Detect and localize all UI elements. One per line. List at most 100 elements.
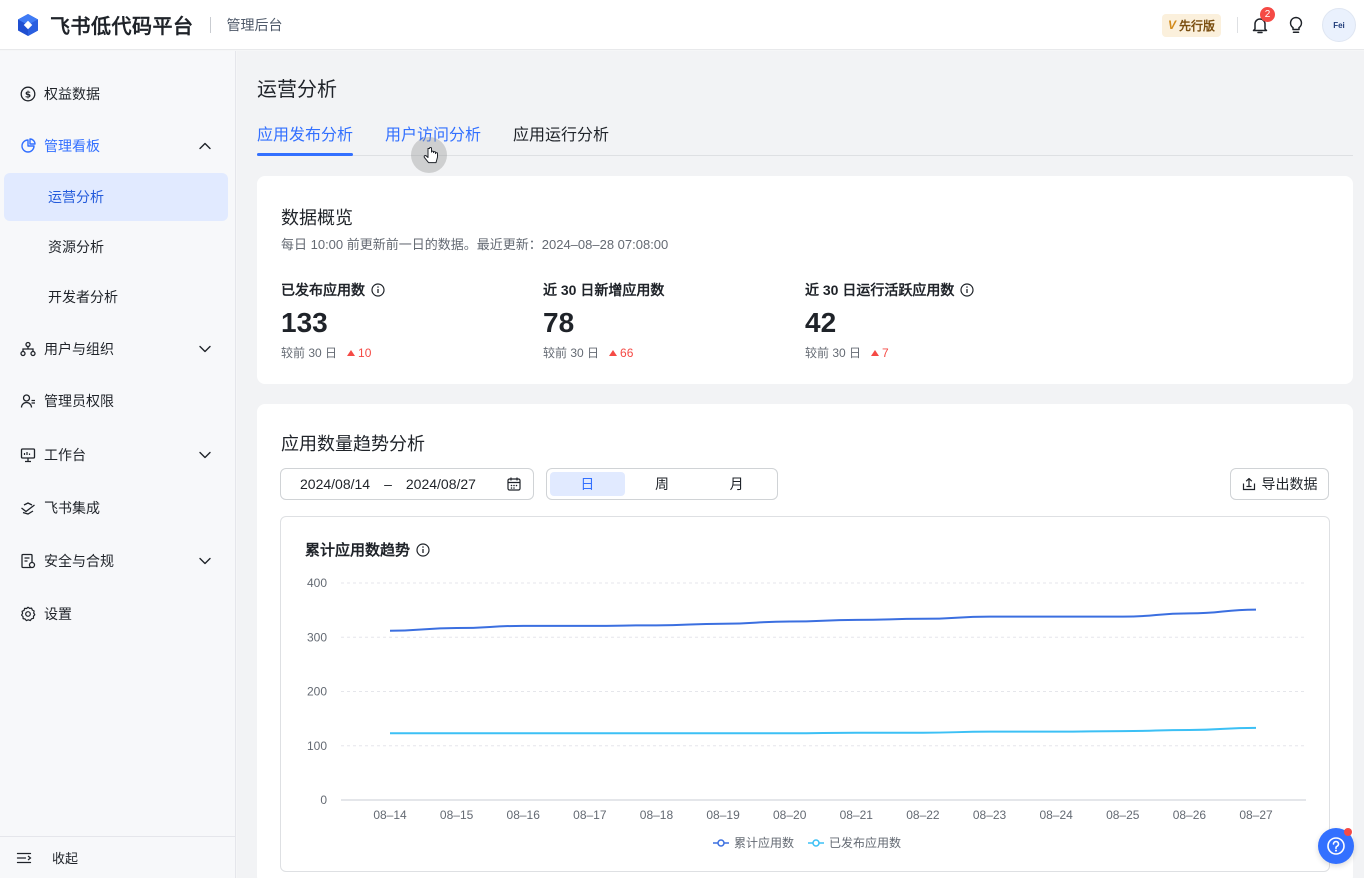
cumulative-apps-chart: 累计应用数趋势 400 300 200 100 0 08–14 08–15 08–16 08–1… (280, 516, 1330, 872)
top-right-actions: V 先行版 2 Fei (1161, 0, 1364, 50)
series-line-1 (389, 608, 1257, 632)
export-data-button[interactable]: 导出数据 (1230, 468, 1329, 500)
sidebar-item-security-compliance[interactable]: 安全与合规 (4, 537, 228, 585)
lightbulb-icon[interactable] (1286, 15, 1306, 35)
metric-delta-value: 66 (620, 345, 634, 360)
metric-label: 已发布应用数 (281, 282, 365, 298)
help-notification-dot (1344, 828, 1352, 836)
calendar-icon (507, 477, 521, 491)
sidebar-item-resource-analysis[interactable]: 资源分析 (4, 223, 228, 271)
top-divider (1237, 17, 1238, 33)
hand-pointer-icon (423, 147, 438, 164)
granularity-switch: 日 周 月 (546, 468, 778, 500)
x-tick-label: 08–17 (573, 808, 607, 822)
help-button[interactable] (1318, 828, 1354, 864)
sidebar-item-workbench[interactable]: 工作台 (4, 431, 228, 479)
info-icon[interactable] (371, 283, 385, 297)
collapse-menu-icon (16, 852, 32, 863)
sidebar-item-label: 开发者分析 (48, 289, 118, 305)
legend-label: 已发布应用数 (829, 835, 901, 850)
chevron-down-icon (199, 451, 211, 459)
admin-console-label: 管理后台 (226, 16, 283, 33)
sidebar-item-developer-analysis[interactable]: 开发者分析 (4, 273, 228, 321)
metric-label: 近 30 日新增应用数 (543, 282, 665, 298)
version-mark: V (1167, 18, 1176, 32)
metric-delta: 66 (609, 346, 633, 360)
app-trend-card: 应用数量趋势分析 2024/08/14 – 2024/08/27 日 周 月 导… (257, 404, 1353, 878)
x-tick-label: 08–26 (1173, 808, 1207, 822)
sidebar-item-operations-analysis[interactable]: 运营分析 (4, 173, 228, 221)
notification-count-badge: 2 (1260, 7, 1275, 22)
app-logo[interactable]: 飞书低代码平台 (16, 10, 194, 39)
app-title: 飞书低代码平台 (50, 16, 194, 38)
metric-compare-label: 较前 30 日 (281, 346, 338, 360)
date-separator: – (384, 476, 392, 492)
sidebar-item-management-dashboard[interactable]: 管理看板 (4, 122, 228, 170)
granularity-week[interactable]: 周 (625, 472, 700, 496)
granularity-month[interactable]: 月 (699, 472, 774, 496)
metric-active-apps-30d: 近 30 日运行活跃应用数 42 较前 30 日 7 (805, 280, 974, 361)
y-tick-label: 400 (307, 576, 327, 590)
data-overview-card: 数据概览 每日 10:00 前更新前一日的数据。最近更新：2024–08–28 … (257, 176, 1353, 384)
sidebar-item-admin-permissions[interactable]: 管理员权限 (4, 377, 228, 425)
page-title: 运营分析 (257, 79, 337, 101)
x-tick-label: 08–16 (507, 808, 541, 822)
trend-title: 应用数量趋势分析 (281, 434, 425, 454)
info-icon[interactable] (960, 283, 974, 297)
question-icon (1327, 837, 1345, 855)
date-start: 2024/08/14 (300, 476, 371, 492)
dollar-circle-icon: $ (20, 86, 36, 102)
main-content: 运营分析 应用发布分析 用户访问分析 应用运行分析 数据概览 每日 10:00 … (237, 51, 1364, 878)
notification-button[interactable]: 2 (1250, 7, 1275, 35)
security-doc-icon (20, 553, 36, 569)
metric-label: 近 30 日运行活跃应用数 (805, 282, 955, 298)
tab-app-publish-analysis[interactable]: 应用发布分析 (257, 121, 354, 156)
sidebar-item-label: 管理员权限 (44, 393, 114, 409)
date-end: 2024/08/27 (405, 476, 476, 492)
top-bar: 飞书低代码平台 管理后台 V 先行版 2 Fei (0, 0, 1364, 50)
metric-value: 133 (281, 307, 328, 338)
org-tree-icon (20, 341, 36, 357)
x-tick-label: 08–27 (1239, 808, 1273, 822)
version-label: 先行版 (1178, 18, 1215, 33)
metric-value: 78 (543, 307, 575, 338)
pie-chart-icon (20, 138, 36, 154)
gear-icon (20, 606, 36, 622)
y-tick-label: 0 (320, 793, 327, 807)
title-divider (209, 16, 211, 33)
metric-delta-value: 7 (882, 345, 889, 360)
sidebar-item-benefits-data[interactable]: $ 权益数据 (4, 70, 228, 118)
collapse-label: 收起 (52, 851, 79, 866)
x-tick-label: 08–22 (906, 808, 940, 822)
sidebar-item-settings[interactable]: 设置 (4, 590, 228, 638)
x-tick-label: 08–21 (840, 808, 874, 822)
version-badge[interactable]: V 先行版 (1161, 13, 1221, 37)
legend-label: 累计应用数 (734, 835, 794, 850)
date-range-picker[interactable]: 2024/08/14 – 2024/08/27 (280, 468, 534, 500)
granularity-day[interactable]: 日 (550, 472, 625, 496)
sidebar-item-users-and-org[interactable]: 用户与组织 (4, 325, 228, 373)
metric-compare: 较前 30 日 66 (543, 344, 664, 361)
svg-text:$: $ (25, 91, 31, 101)
sidebar-item-label: 飞书集成 (44, 500, 100, 516)
x-tick-label: 08–19 (706, 808, 740, 822)
chevron-up-icon (199, 142, 211, 150)
sidebar-item-feishu-integration[interactable]: 飞书集成 (4, 484, 228, 532)
sidebar: $ 权益数据 管理看板 运营分析 资源分析 开发者分析 用户与组织 管理员权限 (0, 51, 236, 878)
tab-app-runtime-analysis[interactable]: 应用运行分析 (513, 121, 609, 156)
export-icon (1242, 477, 1255, 491)
arrow-up-icon (609, 349, 618, 356)
y-tick-label: 200 (307, 685, 327, 699)
x-tick-label: 08–25 (1106, 808, 1140, 822)
metric-label-wrap: 近 30 日新增应用数 (543, 280, 664, 300)
sidebar-item-label: 设置 (44, 606, 72, 622)
metric-new-apps-30d: 近 30 日新增应用数 78 较前 30 日 66 (543, 280, 664, 361)
sidebar-item-label: 用户与组织 (44, 341, 114, 357)
avatar-text: Fei (1333, 20, 1345, 30)
user-avatar[interactable]: Fei (1322, 8, 1356, 42)
sidebar-collapse-button[interactable]: 收起 (0, 836, 235, 878)
sidebar-item-label: 运营分析 (48, 189, 104, 205)
overview-update-note: 每日 10:00 前更新前一日的数据。最近更新：2024–08–28 07:08… (281, 237, 669, 252)
metric-published-apps: 已发布应用数 133 较前 30 日 10 (281, 280, 385, 361)
arrow-up-icon (871, 349, 880, 356)
